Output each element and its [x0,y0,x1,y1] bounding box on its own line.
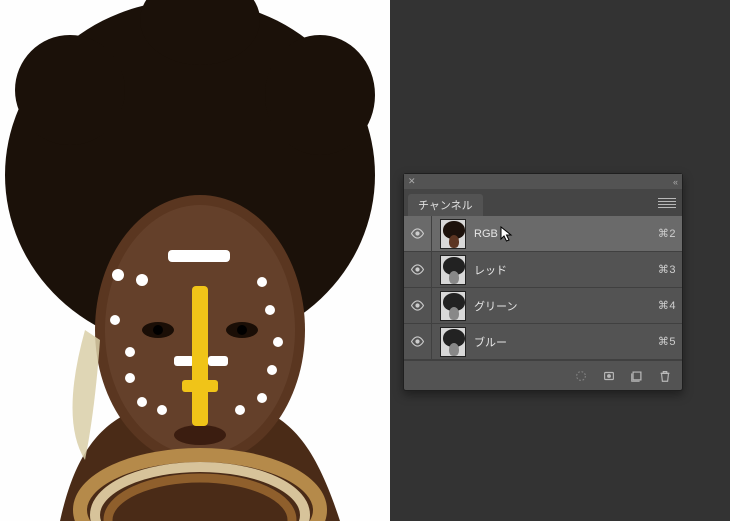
channel-row[interactable]: RGB⌘2 [404,216,682,252]
channels-panel: ✕ « チャンネル RGB⌘2レッド⌘3グリーン⌘4ブルー⌘5 [403,173,683,391]
channel-row[interactable]: レッド⌘3 [404,252,682,288]
panel-tabbar: チャンネル [404,190,682,216]
channel-thumbnail [440,291,466,321]
panel-titlebar[interactable]: ✕ « [404,174,682,190]
channel-shortcut: ⌘4 [658,299,676,312]
channel-shortcut: ⌘2 [658,227,676,240]
channel-name: レッド [474,262,658,278]
tab-label: チャンネル [418,197,473,213]
channel-shortcut: ⌘3 [658,263,676,276]
channel-thumbnail [440,255,466,285]
visibility-eye-icon[interactable] [404,216,432,251]
channel-row[interactable]: グリーン⌘4 [404,288,682,324]
document-canvas[interactable] [0,0,390,521]
load-selection-icon[interactable] [568,365,594,387]
collapse-icon[interactable]: « [673,177,678,187]
visibility-eye-icon[interactable] [404,288,432,323]
channel-name: グリーン [474,298,658,314]
delete-channel-icon[interactable] [652,365,678,387]
panel-menu-icon[interactable] [658,196,676,210]
channel-name: RGB [474,228,658,240]
panel-footer [404,360,682,390]
channel-shortcut: ⌘5 [658,335,676,348]
channel-thumbnail [440,219,466,249]
visibility-eye-icon[interactable] [404,252,432,287]
channel-thumbnail [440,327,466,357]
channel-name: ブルー [474,334,658,350]
tab-channels[interactable]: チャンネル [408,194,483,216]
channel-list: RGB⌘2レッド⌘3グリーン⌘4ブルー⌘5 [404,216,682,360]
save-selection-icon[interactable] [596,365,622,387]
new-channel-icon[interactable] [624,365,650,387]
close-icon[interactable]: ✕ [408,176,416,187]
channel-row[interactable]: ブルー⌘5 [404,324,682,360]
visibility-eye-icon[interactable] [404,324,432,359]
